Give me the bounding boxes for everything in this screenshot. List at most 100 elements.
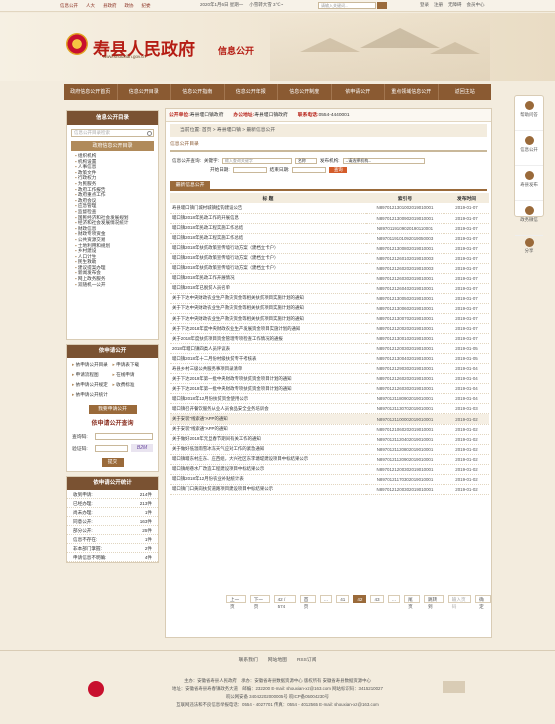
row-title[interactable]: 堰口镇召开餐饮服务从业人员食品安全业务培训会 [170, 403, 366, 415]
row-title[interactable]: 堰口镇2018年已脱贫人员名单 [170, 283, 366, 294]
start-date-input[interactable] [232, 167, 267, 173]
row-title[interactable]: 堰口镇2018年民政工程实施工作总结 [170, 233, 366, 244]
row-title[interactable]: 寿县乡村三级公共服务事项目录清单 [170, 363, 366, 375]
apply-link[interactable]: 依申请公开统计 [72, 391, 113, 398]
table-row[interactable]: 关于做好低温雨雪冰冻天气应对工作的紧急通知 N897012112080201901… [170, 444, 489, 455]
table-row[interactable]: 堰口镇召开餐饮服务从业人员食品安全业务培训会 N89701211307020190… [170, 403, 489, 415]
keyword-input[interactable]: 输入查询关键字 [221, 158, 292, 164]
table-row[interactable]: 关于下达2019年第一批中央财政专项扶贫资金项目计划的通知 N8970121260… [170, 383, 489, 395]
nav-item[interactable]: 信息公开制度 [278, 84, 332, 100]
row-title[interactable]: 堰口镇2018年12月份农业补贴统计表 [170, 474, 366, 485]
top-search-button[interactable] [377, 2, 387, 9]
member-center-link[interactable]: 会员中心 [467, 2, 485, 8]
breadcrumb[interactable]: 当前位置: 首页 > 寿县堰口镇 > 最新信息公开 [170, 124, 487, 137]
party-govt-badge-icon[interactable] [88, 681, 104, 697]
nav-item[interactable]: 信息公开指南 [171, 84, 225, 100]
table-row[interactable]: 堰口镇堰东村庄东、庄西组，大兴社区东李塘堤建设项目中标结果公示 N89701211… [170, 454, 489, 465]
top-search-input[interactable]: 请输入关键词... [318, 2, 376, 9]
row-title[interactable]: 堰口镇2018年民政工作的开展信息 [170, 213, 366, 224]
error-correction-badge-icon[interactable] [443, 681, 465, 693]
pager-item[interactable]: 跳转到 [424, 595, 444, 609]
nav-item[interactable]: 政府信息公开首页 [64, 84, 118, 100]
nav-item[interactable]: 信息公开目录 [118, 84, 171, 100]
search-icon[interactable] [147, 131, 152, 136]
row-title[interactable]: 堰口镇2018年十二月份村级扶贫专干考核表 [170, 353, 366, 365]
nav-item[interactable]: 信息公开年报 [225, 84, 278, 100]
float-item[interactable]: 分享 [515, 238, 543, 254]
org-select[interactable]: --请选择机构-- [342, 158, 425, 164]
float-item[interactable]: 政务微信 [515, 206, 543, 236]
table-row[interactable]: 堰口镇2018年民政工程实施工作总结 N897011910902019011000… [170, 223, 489, 234]
apply-button[interactable]: 我要申请公开 [88, 405, 137, 414]
row-title[interactable]: 堰口镇2018年民政工程实施工作总结 [170, 223, 366, 234]
login-link[interactable]: 登录 [420, 2, 429, 8]
catalog-tree-item[interactable]: 双随机一公开 [75, 282, 152, 288]
table-row[interactable]: 关于下达中央财政农业生产救灾资金等相关扶贫项目实施计划的通知 N897012130… [170, 303, 489, 315]
top-link[interactable]: 信息公开 [60, 2, 78, 9]
pager-item[interactable]: 确定 [475, 595, 492, 609]
top-link[interactable]: 人大 [86, 2, 95, 9]
pager-item[interactable]: … [387, 595, 401, 603]
row-title[interactable]: 关于下达中央财政农业生产救灾资金等相关扶贫项目实施计划的通知 [170, 303, 366, 315]
top-link[interactable]: 纪委 [142, 2, 151, 9]
top-link[interactable]: 县政府 [103, 2, 117, 9]
row-title[interactable]: 堰口镇胡巷水厂改造工程建设项目中标结果公示 [170, 464, 366, 475]
pager-item[interactable]: 42 / 574 [273, 595, 296, 609]
table-row[interactable]: 关于安装“线索通”APP的通知 N8970121100002019010001 20… [170, 413, 489, 425]
search-button[interactable]: 查询 [329, 167, 348, 173]
row-title[interactable]: 堰口镇2018年12月份扶贫资金使用公示 [170, 393, 366, 405]
pager-item[interactable]: 42 [353, 595, 367, 603]
row-title[interactable]: 堰口镇2018年扶贫政策宣传墙行动方案（建档立卡户） [170, 243, 366, 254]
table-row[interactable]: 堰口镇2018年已脱贫人员名单 N8970121260402019010001 20… [170, 283, 489, 294]
pager-item[interactable]: … [319, 595, 333, 603]
apply-link[interactable]: 依申请公开目录 [72, 361, 113, 368]
float-item[interactable]: 帮助问答 [515, 101, 543, 131]
row-title[interactable]: 关于下达中央财政农业生产救灾资金等相关扶贫项目实施计划的通知 [170, 313, 366, 325]
row-title[interactable]: 堰口镇2018年扶贫政策宣传墙行动方案（建档立卡户） [170, 253, 366, 264]
table-row[interactable]: 关于下达中央财政农业生产救灾资金等相关扶贫项目实施计划的通知 N897012130… [170, 313, 489, 325]
table-row[interactable]: 堰口镇2018年民政工作开展情况 N8970121260302019010001 2… [170, 273, 489, 284]
footer-link[interactable]: RSS订阅 [297, 656, 316, 663]
row-title[interactable]: 关于下达2019年第一批中央财政专项扶贫资金项目计划的通知 [170, 383, 366, 395]
row-title[interactable]: 寿县堰口镇门城村城镇挂钩建设公告 [170, 203, 366, 214]
table-row[interactable]: 堰口镇2018年十二月份村级扶贫专干考核表 N897012130040201901… [170, 353, 489, 365]
field-select[interactable]: 名称 [294, 158, 317, 164]
catalog-search-input[interactable]: 信息公开目录检索 [71, 129, 154, 137]
footer-link[interactable]: 联系我们 [239, 656, 258, 663]
query-submit-button[interactable]: 提交 [101, 458, 124, 467]
row-title[interactable]: 堰口镇2018年民政工作开展情况 [170, 273, 366, 284]
pager-item[interactable]: 尾页 [404, 595, 421, 609]
row-title[interactable]: 关于做好低温雨雪冰冻天气应对工作的紧急通知 [170, 444, 366, 455]
table-row[interactable]: 堰口镇2018年扶贫政策宣传墙行动方案（建档立卡户） N8970121300802… [170, 243, 489, 254]
nav-item[interactable]: 依申请公开 [332, 84, 385, 100]
tab-latest[interactable]: 最新信息公开 [170, 181, 210, 191]
pager-item[interactable]: 43 [370, 595, 384, 603]
query-code-input[interactable] [95, 433, 153, 440]
nav-item[interactable]: 返回主站 [439, 84, 492, 100]
apply-link[interactable]: 申请流程图 [72, 371, 113, 378]
footer-link[interactable]: 网站地图 [268, 656, 287, 663]
top-link[interactable]: 政协 [125, 2, 134, 9]
table-row[interactable]: 堰口镇门口黄岗扶贫道路项目建设项目中标结果公示 N8970121200302019… [170, 484, 489, 495]
row-title[interactable]: 关于安装“线索通”APP的通知 [170, 424, 366, 435]
table-row[interactable]: 关于2018年度扶贫项目资金管理专项检查工作情况的通报 N897012130010… [170, 333, 489, 345]
row-title[interactable]: 堰口镇堰东村庄东、庄西组，大兴社区东李塘堤建设项目中标结果公示 [170, 454, 366, 465]
apply-link[interactable]: 在线申请 [113, 371, 154, 378]
row-title[interactable]: 关于2018年度扶贫项目资金管理专项检查工作情况的通报 [170, 333, 366, 345]
table-row[interactable]: 关于下达2018年度中央财政农业生产发展资金项目实施计划的通知 N89701212… [170, 323, 489, 335]
captcha-input[interactable] [95, 444, 128, 452]
row-title[interactable]: 关于下达2018年度中央财政农业生产发展资金项目实施计划的通知 [170, 323, 366, 335]
float-item[interactable]: 寿县发布 [515, 171, 543, 201]
row-title[interactable]: 堰口镇门口黄岗扶贫道路项目建设项目中标结果公示 [170, 484, 366, 495]
table-row[interactable]: 堰口镇2018年12月份扶贫资金使用公示 N8970121180902019010… [170, 393, 489, 405]
table-row[interactable]: 关于下达中央财政农业生产救灾资金等相关扶贫项目实施计划的通知 N897012130… [170, 293, 489, 304]
table-row[interactable]: 关于安装“线索通”APP的通知 N8970121060202019010001 20… [170, 424, 489, 435]
nav-item[interactable]: 重点领域信息公开 [385, 84, 439, 100]
pager-item[interactable]: 上一页 [226, 595, 246, 609]
register-link[interactable]: 注册 [434, 2, 443, 8]
table-row[interactable]: 关于下达2019年第一批中央财政专项扶贫资金项目计划的通知 N8970121260… [170, 373, 489, 385]
table-row[interactable]: 堰口镇2018年民政工作的开展信息 N8970121300902019010001… [170, 213, 489, 224]
pager-item[interactable]: 首页 [299, 595, 316, 609]
apply-link[interactable]: 收费标准 [113, 381, 154, 388]
pager-jump-input[interactable]: 输入页码 [447, 595, 472, 609]
